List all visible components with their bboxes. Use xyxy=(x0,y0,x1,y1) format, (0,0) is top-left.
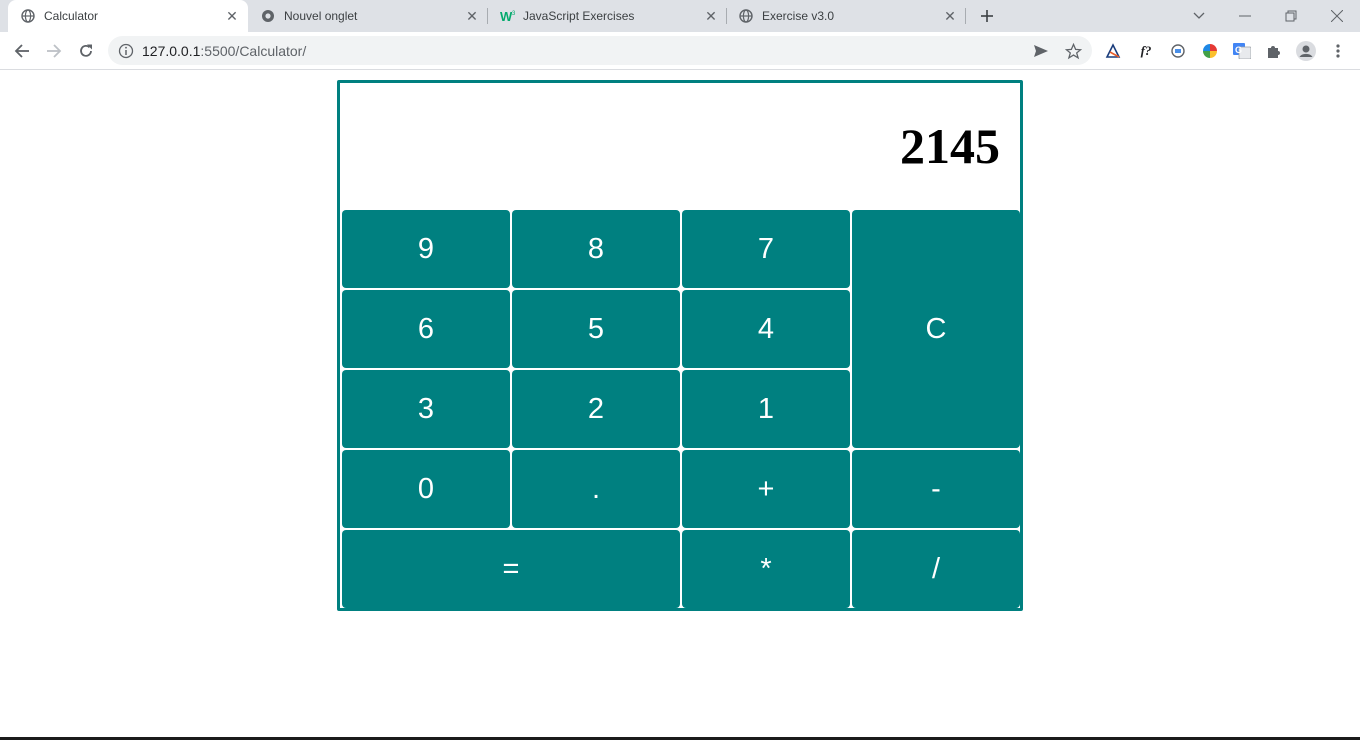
minus-button[interactable]: - xyxy=(852,450,1020,528)
tab-nouvel-onglet[interactable]: Nouvel onglet ✕ xyxy=(248,0,488,32)
minimize-icon xyxy=(1239,15,1251,17)
back-button[interactable] xyxy=(8,37,36,65)
globe-icon xyxy=(21,9,35,23)
profile-icon[interactable] xyxy=(1296,41,1316,61)
restore-button[interactable] xyxy=(1268,0,1314,32)
translate-icon[interactable]: G xyxy=(1232,41,1252,61)
chevron-down-icon xyxy=(1193,12,1205,19)
close-window-button[interactable] xyxy=(1314,0,1360,32)
key-1[interactable]: 1 xyxy=(682,370,850,448)
forward-button[interactable] xyxy=(40,37,68,65)
key-4[interactable]: 4 xyxy=(682,290,850,368)
plus-button[interactable]: + xyxy=(682,450,850,528)
decimal-button[interactable]: . xyxy=(512,450,680,528)
multiply-button[interactable]: * xyxy=(682,530,850,608)
key-8[interactable]: 8 xyxy=(512,210,680,288)
clear-button[interactable]: C xyxy=(852,210,1020,448)
formula-icon[interactable]: f? xyxy=(1136,41,1156,61)
key-7[interactable]: 7 xyxy=(682,210,850,288)
chrome-icon xyxy=(262,10,274,22)
color-wheel-icon[interactable] xyxy=(1200,41,1220,61)
minimize-button[interactable] xyxy=(1222,0,1268,32)
calculator-display: 2145 xyxy=(340,83,1020,209)
send-tab-icon[interactable] xyxy=(1032,42,1050,60)
calculator: 2145 9 8 7 C 6 5 4 3 2 1 0 . + - = * / xyxy=(337,80,1023,611)
close-tab-icon[interactable]: ✕ xyxy=(942,8,958,24)
info-icon[interactable] xyxy=(118,43,134,59)
close-tab-icon[interactable]: ✕ xyxy=(703,8,719,24)
globe-icon xyxy=(739,9,753,23)
address-bar[interactable]: 127.0.0.1:5500/Calculator/ xyxy=(108,36,1092,65)
browser-toolbar: 127.0.0.1:5500/Calculator/ f? G xyxy=(0,32,1360,70)
tab-exercise-v3[interactable]: Exercise v3.0 ✕ xyxy=(726,0,966,32)
tab-strip: Calculator ✕ Nouvel onglet ✕ W 3 JavaScr… xyxy=(0,0,1360,32)
reload-icon xyxy=(80,44,92,57)
divide-button[interactable]: / xyxy=(852,530,1020,608)
magnifier-icon[interactable] xyxy=(1168,41,1188,61)
bookmark-star-icon[interactable] xyxy=(1064,42,1082,60)
reload-button[interactable] xyxy=(72,37,100,65)
arrow-left-icon xyxy=(14,44,29,58)
close-tab-icon[interactable]: ✕ xyxy=(224,8,240,24)
tab-separator xyxy=(965,8,966,24)
mathpix-icon[interactable] xyxy=(1103,41,1123,61)
key-3[interactable]: 3 xyxy=(342,370,510,448)
key-5[interactable]: 5 xyxy=(512,290,680,368)
puzzle-icon[interactable] xyxy=(1264,41,1284,61)
key-2[interactable]: 2 xyxy=(512,370,680,448)
plus-icon xyxy=(981,10,993,22)
close-icon xyxy=(1331,10,1343,22)
tab-title: Calculator xyxy=(44,9,99,23)
key-0[interactable]: 0 xyxy=(342,450,510,528)
url-path: :5500/Calculator/ xyxy=(200,43,307,59)
tab-title: JavaScript Exercises xyxy=(523,9,635,23)
key-9[interactable]: 9 xyxy=(342,210,510,288)
restore-icon xyxy=(1285,10,1297,22)
svg-text:G: G xyxy=(1235,45,1242,55)
key-6[interactable]: 6 xyxy=(342,290,510,368)
tab-title: Nouvel onglet xyxy=(284,9,358,23)
url-host: 127.0.0.1 xyxy=(142,43,201,59)
tab-calculator[interactable]: Calculator ✕ xyxy=(8,0,248,32)
tab-title: Exercise v3.0 xyxy=(762,9,835,23)
svg-text:3: 3 xyxy=(512,11,516,17)
url-text: 127.0.0.1:5500/Calculator/ xyxy=(142,43,306,59)
new-tab-button[interactable] xyxy=(975,4,999,28)
w3schools-icon: W 3 xyxy=(500,9,516,23)
close-tab-icon[interactable]: ✕ xyxy=(464,8,480,24)
keypad: 9 8 7 C 6 5 4 3 2 1 0 . + - = * / xyxy=(341,209,1021,609)
tab-search-button[interactable] xyxy=(1176,0,1222,32)
tab-javascript-exercises[interactable]: W 3 JavaScript Exercises ✕ xyxy=(487,0,727,32)
display-value: 2145 xyxy=(900,118,1000,174)
arrow-right-icon xyxy=(47,44,62,58)
equals-button[interactable]: = xyxy=(342,530,680,608)
menu-kebab-icon[interactable] xyxy=(1328,41,1348,61)
